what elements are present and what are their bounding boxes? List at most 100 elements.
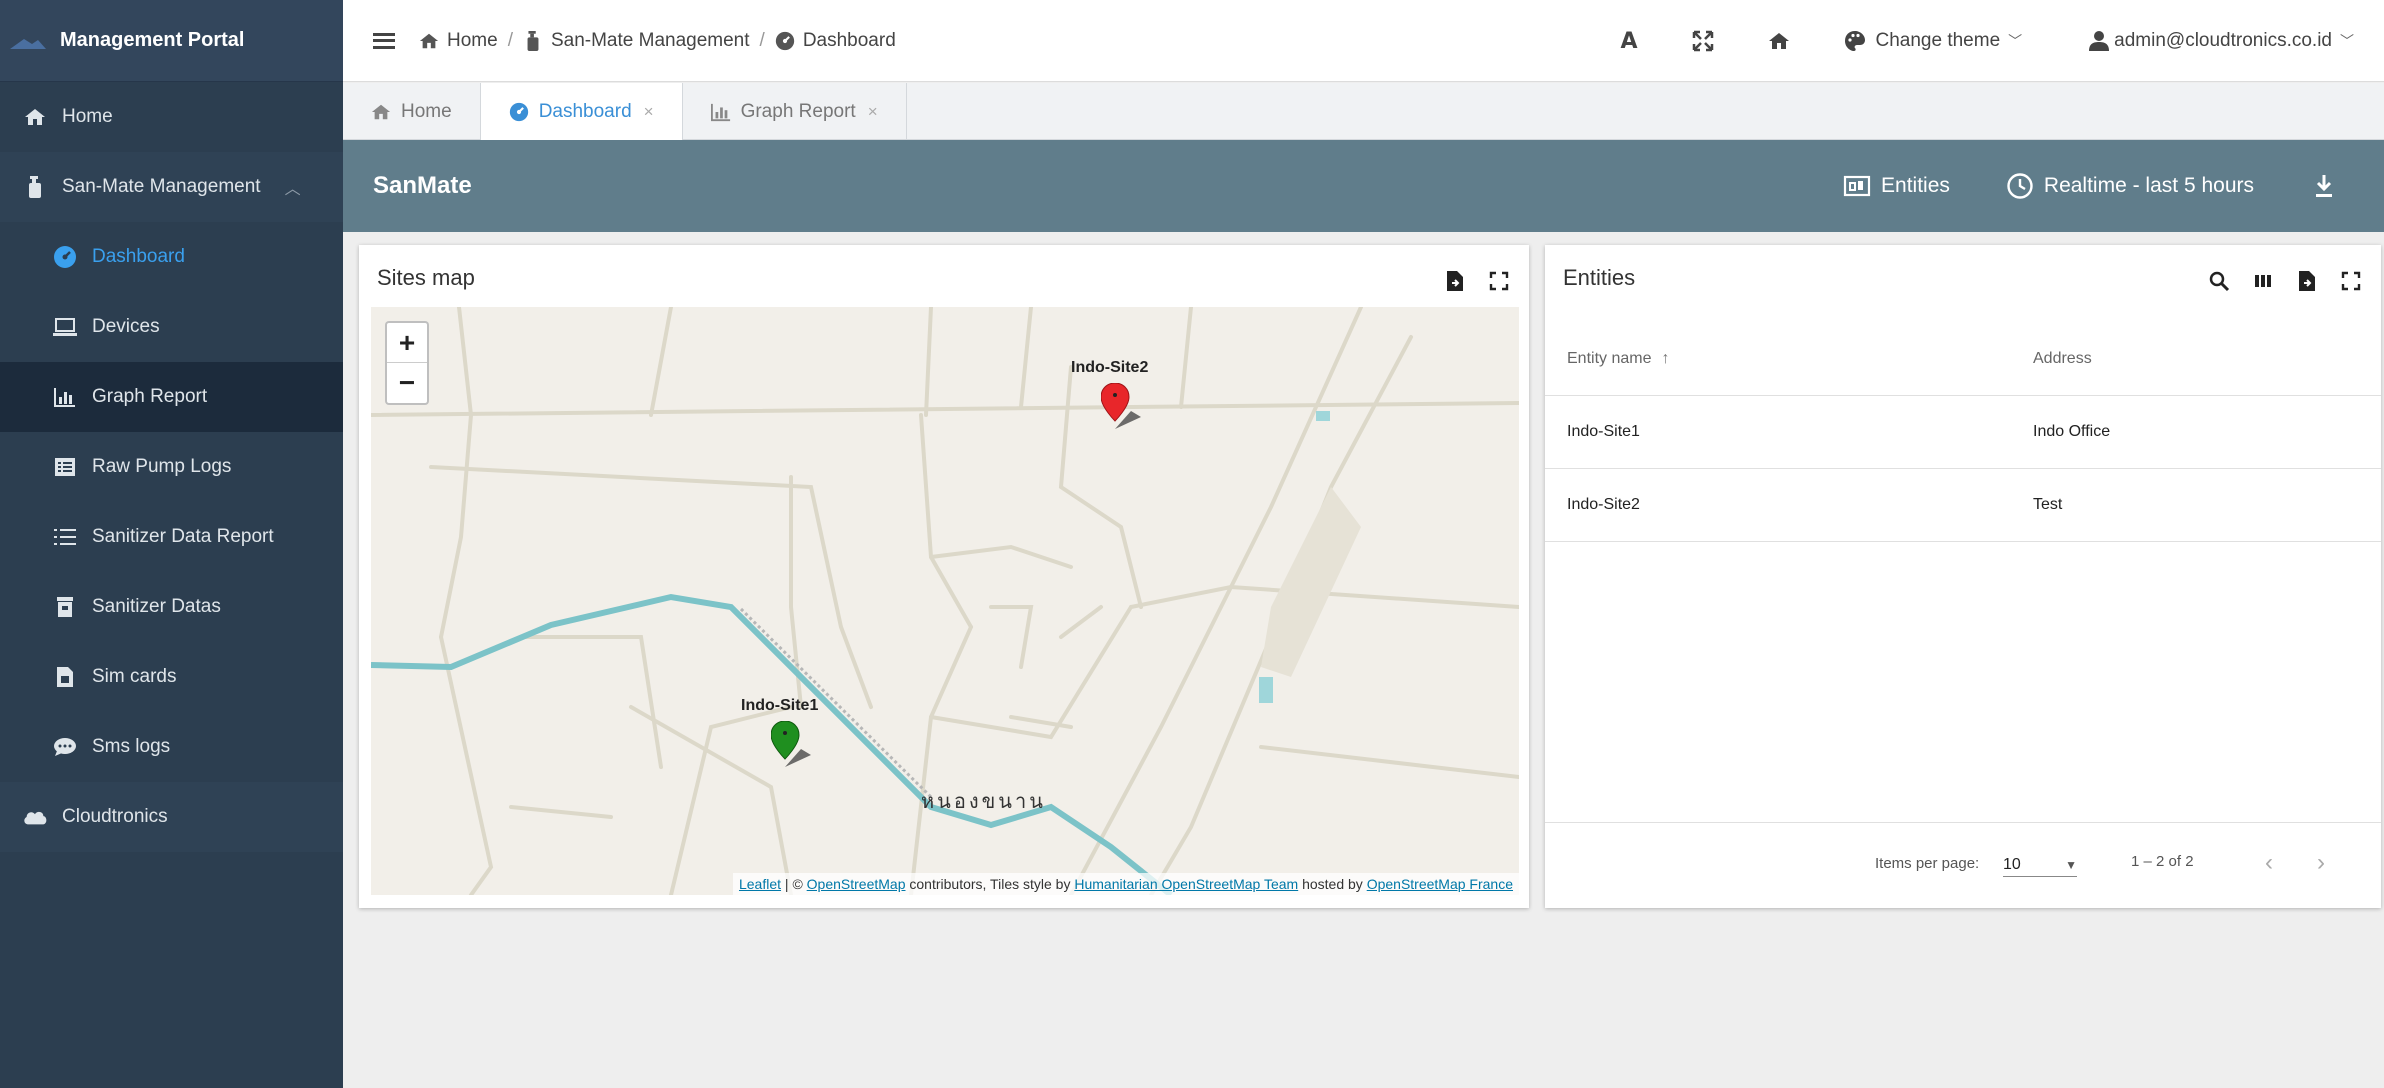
expand-icon <box>2341 271 2361 291</box>
sidebar-item-home[interactable]: Home <box>0 82 343 152</box>
fullscreen-widget-button[interactable] <box>2339 269 2363 293</box>
map-zoom-control: + − <box>385 321 429 405</box>
cell-entity-name: Indo-Site1 <box>1567 423 1640 440</box>
cell-entity-name: Indo-Site2 <box>1567 496 1640 513</box>
columns-button[interactable] <box>2251 269 2275 293</box>
table-row[interactable]: Indo-Site1 Indo Office <box>1545 396 2381 469</box>
items-per-page-label: Items per page: <box>1875 855 1980 872</box>
breadcrumb-san-mate-management[interactable]: San-Mate Management <box>551 30 750 52</box>
map-pin-red-icon <box>1100 382 1141 429</box>
export-dashboard-button[interactable] <box>2310 172 2348 200</box>
sidebar-item-raw-pump-logs[interactable]: Raw Pump Logs <box>0 432 343 502</box>
breadcrumb-home[interactable]: Home <box>447 30 498 52</box>
zoom-in-button[interactable]: + <box>387 323 427 363</box>
change-theme-button[interactable]: Change theme ﹀ <box>1844 30 2023 52</box>
chevron-down-icon: ﹀ <box>2340 33 2354 49</box>
sidebar-item-label: Devices <box>92 316 160 337</box>
user-menu-button[interactable]: admin@cloudtronics.co.id ﹀ <box>2088 30 2354 52</box>
osm-link[interactable]: OpenStreetMap <box>807 876 906 892</box>
sidebar-item-sanitizer-data-report[interactable]: Sanitizer Data Report <box>0 502 343 572</box>
column-header-address[interactable]: Address <box>2033 350 2092 368</box>
fullscreen-button[interactable] <box>1692 30 1714 52</box>
sidebar-item-label: San-Mate Management <box>62 176 261 197</box>
chevron-down-icon: ﹀ <box>2008 33 2023 49</box>
sidebar-item-label: Dashboard <box>92 246 185 267</box>
sidebar-item-label: Sms logs <box>92 736 171 757</box>
entities-widget: Entities Entity name ↑ Address Indo-Site1… <box>1545 245 2381 908</box>
breadcrumb: Home / San-Mate Management / Dashboard <box>419 30 896 52</box>
widget-actions <box>1423 269 1511 293</box>
menu-toggle-icon[interactable] <box>373 32 395 49</box>
close-tab-icon[interactable]: × <box>644 102 654 122</box>
osm-france-link[interactable]: OpenStreetMap France <box>1367 876 1513 892</box>
search-button[interactable] <box>2207 269 2231 293</box>
file-export-icon <box>1447 271 1463 291</box>
tab-home[interactable]: Home <box>343 83 481 140</box>
chart-icon <box>52 384 78 410</box>
previous-page-button[interactable]: ‹ <box>2265 849 2273 877</box>
leaflet-link[interactable]: Leaflet <box>739 876 781 892</box>
entities-filter-button[interactable]: Entities <box>1843 172 1950 200</box>
timewindow-button[interactable]: Realtime - last 5 hours <box>2006 172 2254 200</box>
widget-title: Entities <box>1563 265 1636 290</box>
hot-link[interactable]: Humanitarian OpenStreetMap Team <box>1074 876 1298 892</box>
bottle-icon <box>22 174 48 200</box>
sidebar-item-sanitizer-datas[interactable]: Sanitizer Datas <box>0 572 343 642</box>
breadcrumb-dashboard: Dashboard <box>802 29 896 51</box>
column-header-entity-name[interactable]: Entity name ↑ <box>1567 350 1669 368</box>
tab-dashboard[interactable]: Dashboard × <box>480 83 683 140</box>
sidebar-item-graph-report[interactable]: Graph Report <box>0 362 343 432</box>
sidebar-item-devices[interactable]: Devices <box>0 292 343 362</box>
entities-icon <box>1843 175 1871 197</box>
sidebar-item-label: Sanitizer Datas <box>92 596 221 617</box>
sidebar-submenu: Dashboard Devices Graph Report Raw Pump … <box>0 222 343 782</box>
dashboard-icon <box>52 244 78 270</box>
export-widget-button[interactable] <box>1443 269 1467 293</box>
zoom-out-button[interactable]: − <box>387 363 427 403</box>
chevron-up-icon: ︿ <box>284 181 301 198</box>
sidebar-item-label: Raw Pump Logs <box>92 456 232 477</box>
sidebar-item-sms-logs[interactable]: Sms logs <box>0 712 343 782</box>
sidebar-item-dashboard[interactable]: Dashboard <box>0 222 343 292</box>
table-header-row: Entity name ↑ Address <box>1545 323 2381 396</box>
sidebar-item-label: Sanitizer Data Report <box>92 526 274 547</box>
page-range-label: 1 – 2 of 2 <box>2131 853 2194 870</box>
change-theme-label: Change theme <box>1875 30 2001 51</box>
sort-arrow-icon: ↑ <box>1661 350 1670 367</box>
user-icon <box>2089 31 2110 51</box>
tab-label: Graph Report <box>740 100 856 122</box>
map-marker-indo-site2[interactable] <box>1100 382 1141 440</box>
list-box-icon <box>52 454 78 480</box>
items-per-page-select[interactable]: 10 ▼ <box>2003 853 2077 877</box>
export-widget-button[interactable] <box>2295 269 2319 293</box>
sidebar-item-cloudtronics[interactable]: Cloudtronics <box>0 782 343 852</box>
map-pin-green-icon <box>770 720 811 767</box>
next-page-button[interactable]: › <box>2317 849 2325 877</box>
font-size-button[interactable]: A <box>1620 29 1637 54</box>
home-button[interactable] <box>1768 30 1790 52</box>
map-marker-indo-site1[interactable] <box>770 720 811 778</box>
timewindow-label: Realtime - last 5 hours <box>2043 174 2254 197</box>
home-icon <box>419 33 439 48</box>
entities-table: Entity name ↑ Address Indo-Site1 Indo Off… <box>1545 323 2381 542</box>
bottle-icon <box>527 30 539 51</box>
home-icon <box>371 104 391 119</box>
mountain-logo-icon <box>10 38 46 49</box>
items-per-page-value: 10 <box>2003 855 2021 873</box>
sidebar-item-san-mate-management[interactable]: San-Mate Management ︿ <box>0 152 343 222</box>
sites-map-widget: Sites map + − หนองขนาน Indo-Site2 Indo-S… <box>359 245 1529 908</box>
dashboard-title: SanMate <box>373 172 472 199</box>
table-row[interactable]: Indo-Site2 Test <box>1545 469 2381 542</box>
brand[interactable]: Management Portal <box>0 0 343 82</box>
map-view[interactable]: + − หนองขนาน Indo-Site2 Indo-Site1 Leafl… <box>371 307 1519 895</box>
close-tab-icon[interactable]: × <box>868 102 878 122</box>
fullscreen-widget-button[interactable] <box>1487 269 1511 293</box>
sidebar-item-sim-cards[interactable]: Sim cards <box>0 642 343 712</box>
chart-icon <box>710 103 730 121</box>
brand-title: Management Portal <box>60 29 245 51</box>
tab-graph-report[interactable]: Graph Report × <box>683 83 907 140</box>
search-icon <box>2209 271 2230 292</box>
dashboard-icon <box>775 31 794 50</box>
bin-icon <box>52 594 78 620</box>
download-icon <box>2316 175 2332 197</box>
